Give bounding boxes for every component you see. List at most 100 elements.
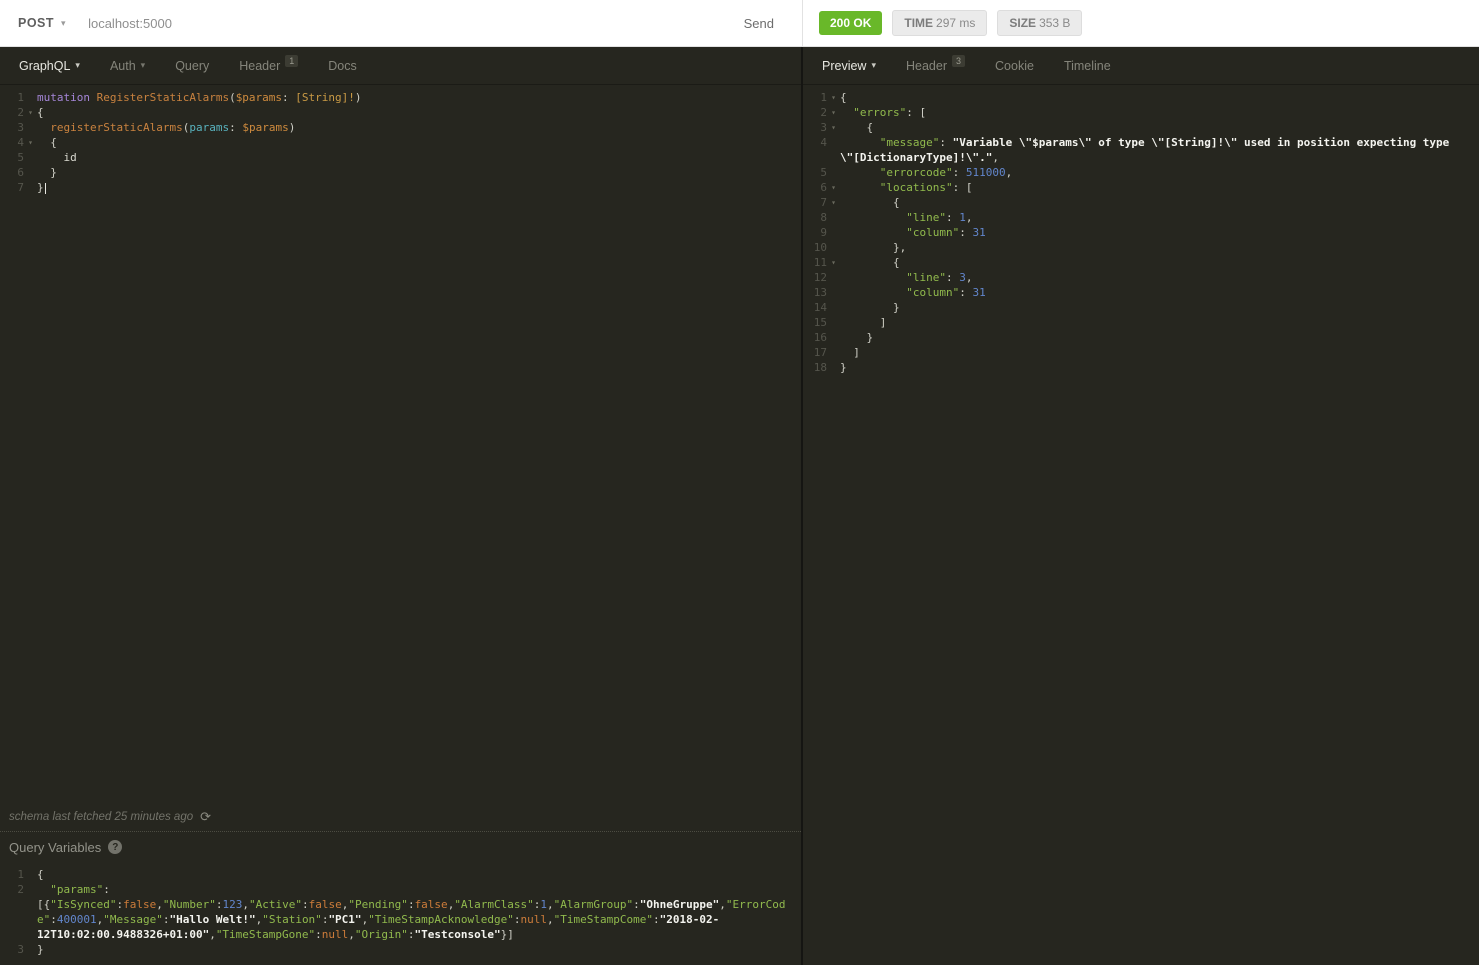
tab-label: Header: [239, 58, 281, 73]
line-number: 16: [813, 331, 827, 344]
line-number: 3: [17, 943, 24, 956]
tab-docs[interactable]: Docs: [313, 47, 371, 84]
time-label: TIME: [904, 16, 934, 30]
tab-count-badge: 3: [952, 54, 966, 67]
main-area: GraphQL ▾ Auth ▾ Query Header 1 Docs 1 mutation …: [0, 47, 1479, 965]
tab-header[interactable]: Header 3: [891, 47, 980, 84]
fold-toggle-icon[interactable]: ▾: [827, 255, 840, 270]
line-number: 4 ▾: [0, 135, 37, 150]
code-line[interactable]: 1 ▾{: [803, 90, 1479, 105]
code-line[interactable]: 2 ▾ "errors": [: [803, 105, 1479, 120]
code-line[interactable]: 3 ▾ {: [803, 120, 1479, 135]
response-tab-bar: Preview ▾ Header 3 Cookie Timeline: [803, 47, 1479, 85]
code-line[interactable]: 6 }: [0, 165, 801, 180]
code-line[interactable]: 13 "column": 31: [803, 285, 1479, 300]
tab-label: Timeline: [1063, 58, 1111, 73]
line-number: 7: [17, 181, 24, 194]
code-line[interactable]: 12 "line": 3,: [803, 270, 1479, 285]
size-badge: SIZE 353 B: [997, 10, 1083, 36]
line-number: 6: [17, 166, 24, 179]
code-line[interactable]: 4 ▾ {: [0, 135, 801, 150]
line-number: 18: [813, 361, 827, 374]
tab-label: Cookie: [995, 58, 1034, 73]
query-variables-header: Query Variables ?: [0, 831, 801, 862]
line-number: 6 ▾: [803, 180, 840, 195]
response-body-viewer[interactable]: 1 ▾{2 ▾ "errors": [3 ▾ {4 "message": "Varia…: [803, 85, 1479, 965]
graphql-query-editor[interactable]: 1 mutation RegisterStaticAlarms($params: …: [0, 85, 801, 803]
code-line[interactable]: 5 "errorcode": 511000,: [803, 165, 1479, 180]
tab-label: Preview: [822, 58, 867, 73]
fold-toggle-icon[interactable]: ▾: [827, 105, 840, 120]
request-panel: GraphQL ▾ Auth ▾ Query Header 1 Docs 1 mutation …: [0, 47, 803, 965]
code-line[interactable]: 11 ▾ {: [803, 255, 1479, 270]
line-number: 1: [17, 91, 24, 104]
code-line[interactable]: 3}: [0, 942, 801, 957]
tab-label: Auth: [109, 58, 136, 73]
code-line[interactable]: 8 "line": 1,: [803, 210, 1479, 225]
line-number: 2: [17, 883, 24, 896]
request-url-bar: POST ▾ localhost:5000 Send: [0, 0, 803, 46]
line-number: 5: [820, 166, 827, 179]
code-line[interactable]: 5 id: [0, 150, 801, 165]
method-label: POST: [18, 16, 55, 30]
url-input[interactable]: localhost:5000: [88, 16, 734, 31]
code-line[interactable]: 10 },: [803, 240, 1479, 255]
code-line[interactable]: 6 ▾ "locations": [: [803, 180, 1479, 195]
code-line[interactable]: 7 ▾ {: [803, 195, 1479, 210]
line-number: 9: [820, 226, 827, 239]
tab-auth[interactable]: Auth ▾: [95, 47, 160, 84]
line-number: 13: [813, 286, 827, 299]
code-line[interactable]: 3 registerStaticAlarms(params: $params): [0, 120, 801, 135]
line-number: 10: [813, 241, 827, 254]
code-line[interactable]: 9 "column": 31: [803, 225, 1479, 240]
line-number: 3 ▾: [803, 120, 840, 135]
chevron-down-icon: ▾: [140, 60, 146, 70]
code-line[interactable]: 1 mutation RegisterStaticAlarms($params: …: [0, 90, 801, 105]
size-label: SIZE: [1009, 16, 1037, 30]
refresh-icon[interactable]: ⟳: [200, 809, 211, 825]
tab-header[interactable]: Header 1: [224, 47, 313, 84]
help-icon[interactable]: ?: [108, 840, 123, 854]
line-number: 4: [820, 136, 827, 149]
tab-label: GraphQL: [19, 58, 71, 73]
tab-preview[interactable]: Preview ▾: [807, 47, 891, 84]
chevron-down-icon: ▾: [75, 60, 80, 70]
fold-toggle-icon[interactable]: ▾: [827, 180, 840, 195]
tab-timeline[interactable]: Timeline: [1049, 47, 1126, 84]
method-dropdown[interactable]: POST ▾: [18, 16, 66, 30]
line-number: 5: [17, 151, 24, 164]
code-line[interactable]: 2 "params": [{"IsSynced":false,"Number":…: [0, 882, 801, 942]
code-line[interactable]: 4 "message": "Variable \"$params\" of ty…: [803, 135, 1479, 165]
tab-graphql[interactable]: GraphQL ▾: [4, 47, 95, 84]
line-number: 2 ▾: [803, 105, 840, 120]
status-badge: 200 OK: [819, 11, 883, 35]
tab-query[interactable]: Query: [160, 47, 224, 84]
code-line[interactable]: 18}: [803, 360, 1479, 375]
fold-toggle-icon[interactable]: ▾: [827, 120, 840, 135]
tab-label: Header: [906, 58, 947, 73]
line-number: 1: [17, 868, 24, 881]
schema-status-text: schema last fetched 25 minutes ago: [9, 811, 194, 823]
response-panel: Preview ▾ Header 3 Cookie Timeline 1 ▾{2 ▾ "err…: [803, 47, 1479, 965]
code-line[interactable]: 15 ]: [803, 315, 1479, 330]
tab-cookie[interactable]: Cookie: [980, 47, 1049, 84]
tab-count-badge: 1: [285, 54, 299, 67]
code-line[interactable]: 1{: [0, 867, 801, 882]
line-number: 7 ▾: [803, 195, 840, 210]
fold-toggle-icon[interactable]: ▾: [827, 90, 840, 105]
fold-toggle-icon[interactable]: ▾: [827, 195, 840, 210]
code-line[interactable]: 7}: [0, 180, 801, 195]
line-number: 15: [813, 316, 827, 329]
query-variables-editor[interactable]: 1{2 "params": [{"IsSynced":false,"Number…: [0, 862, 801, 965]
fold-toggle-icon[interactable]: ▾: [24, 105, 37, 120]
code-line[interactable]: 14 }: [803, 300, 1479, 315]
line-number: 1 ▾: [803, 90, 840, 105]
send-button[interactable]: Send: [734, 10, 784, 37]
line-number: 2 ▾: [0, 105, 37, 120]
code-line[interactable]: 17 ]: [803, 345, 1479, 360]
code-line[interactable]: 2 ▾{: [0, 105, 801, 120]
fold-toggle-icon[interactable]: ▾: [24, 135, 37, 150]
tab-label: Docs: [328, 58, 357, 73]
response-meta-bar: 200 OK TIME 297 ms SIZE 353 B: [803, 0, 1479, 46]
code-line[interactable]: 16 }: [803, 330, 1479, 345]
